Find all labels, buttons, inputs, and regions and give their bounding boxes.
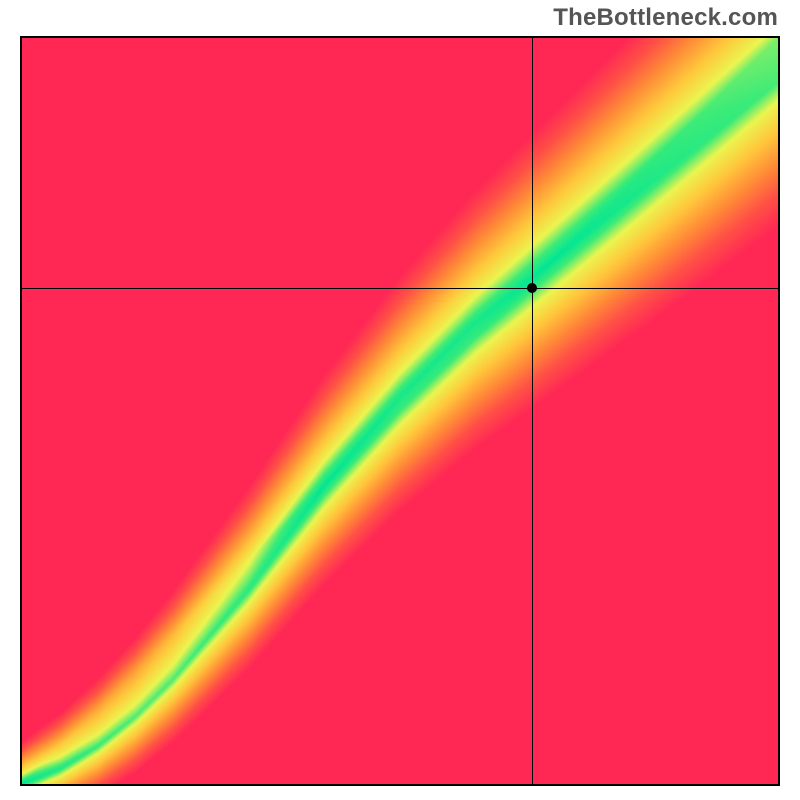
watermark-text: TheBottleneck.com: [553, 4, 778, 32]
heatmap-canvas: [22, 38, 778, 784]
crosshair-vertical: [532, 38, 533, 784]
chart-container: TheBottleneck.com: [0, 0, 800, 800]
crosshair-horizontal: [22, 288, 778, 289]
heatmap-plot: [20, 36, 780, 786]
marker-dot: [527, 283, 537, 293]
